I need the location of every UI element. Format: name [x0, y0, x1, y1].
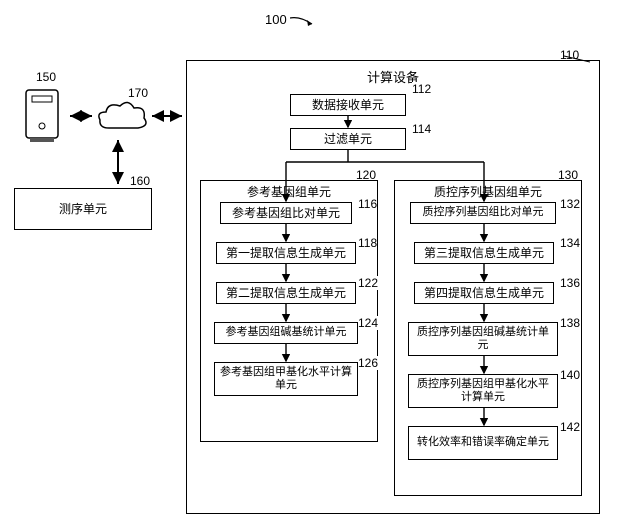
server-icon: [20, 84, 66, 151]
sequencing-unit-label: 测序单元: [59, 202, 107, 216]
computing-device-title: 计算设备: [187, 61, 599, 86]
l118-label: 第一提取信息生成单元: [226, 246, 346, 260]
l124-label: 参考基因组碱基统计单元: [226, 326, 347, 339]
l116-ref: 116: [358, 197, 377, 211]
server-ref: 150: [36, 70, 56, 84]
recv-ref: 112: [412, 82, 431, 96]
r134-ref: 134: [560, 236, 580, 250]
r140-ref: 140: [560, 368, 580, 382]
l122-ref: 122: [358, 276, 378, 290]
l126-label: 参考基因组甲基化水平计算单元: [219, 366, 353, 392]
r138-label: 质控序列基因组碱基统计单元: [413, 326, 553, 352]
cloud-icon: [94, 98, 150, 141]
second-extract-gen-unit: 第二提取信息生成单元: [216, 282, 356, 304]
sequencing-unit-box: 测序单元: [14, 188, 152, 230]
r132-label: 质控序列基因组比对单元: [423, 206, 544, 219]
l116-label: 参考基因组比对单元: [232, 206, 340, 220]
ref-genome-align-unit: 参考基因组比对单元: [220, 202, 352, 224]
seq-unit-ref: 160: [130, 174, 150, 188]
conversion-err-determine-unit: 转化效率和错误率确定单元: [408, 426, 558, 460]
filter-label: 过滤单元: [324, 132, 372, 146]
r136-label: 第四提取信息生成单元: [424, 286, 544, 300]
r136-ref: 136: [560, 276, 580, 290]
r140-label: 质控序列基因组甲基化水平计算单元: [413, 378, 553, 404]
r134-label: 第三提取信息生成单元: [424, 246, 544, 260]
filter-unit: 过滤单元: [290, 128, 406, 150]
ref-genome-methyl-calc-unit: 参考基因组甲基化水平计算单元: [214, 362, 358, 396]
filter-ref: 114: [412, 122, 431, 136]
first-extract-gen-unit: 第一提取信息生成单元: [216, 242, 356, 264]
data-receive-unit: 数据接收单元: [290, 94, 406, 116]
r142-ref: 142: [560, 420, 580, 434]
l124-ref: 124: [358, 316, 378, 330]
third-extract-gen-unit: 第三提取信息生成单元: [414, 242, 554, 264]
r138-ref: 138: [560, 316, 580, 330]
l126-ref: 126: [358, 356, 378, 370]
ref-genome-base-stat-unit: 参考基因组碱基统计单元: [214, 322, 358, 344]
figure-ref: 100: [265, 12, 320, 28]
qc-seq-genome-group-title: 质控序列基因组单元: [395, 181, 581, 200]
ref-genome-group-title: 参考基因组单元: [201, 181, 377, 200]
l118-ref: 118: [358, 236, 377, 250]
qc-genome-align-unit: 质控序列基因组比对单元: [410, 202, 556, 224]
r132-ref: 132: [560, 197, 580, 211]
figure-ref-text: 100: [265, 12, 287, 27]
fourth-extract-gen-unit: 第四提取信息生成单元: [414, 282, 554, 304]
qc-genome-methyl-calc-unit: 质控序列基因组甲基化水平计算单元: [408, 374, 558, 408]
r142-label: 转化效率和错误率确定单元: [417, 436, 549, 449]
l122-label: 第二提取信息生成单元: [226, 286, 346, 300]
data-receive-label: 数据接收单元: [312, 98, 384, 112]
qc-genome-base-stat-unit: 质控序列基因组碱基统计单元: [408, 322, 558, 356]
